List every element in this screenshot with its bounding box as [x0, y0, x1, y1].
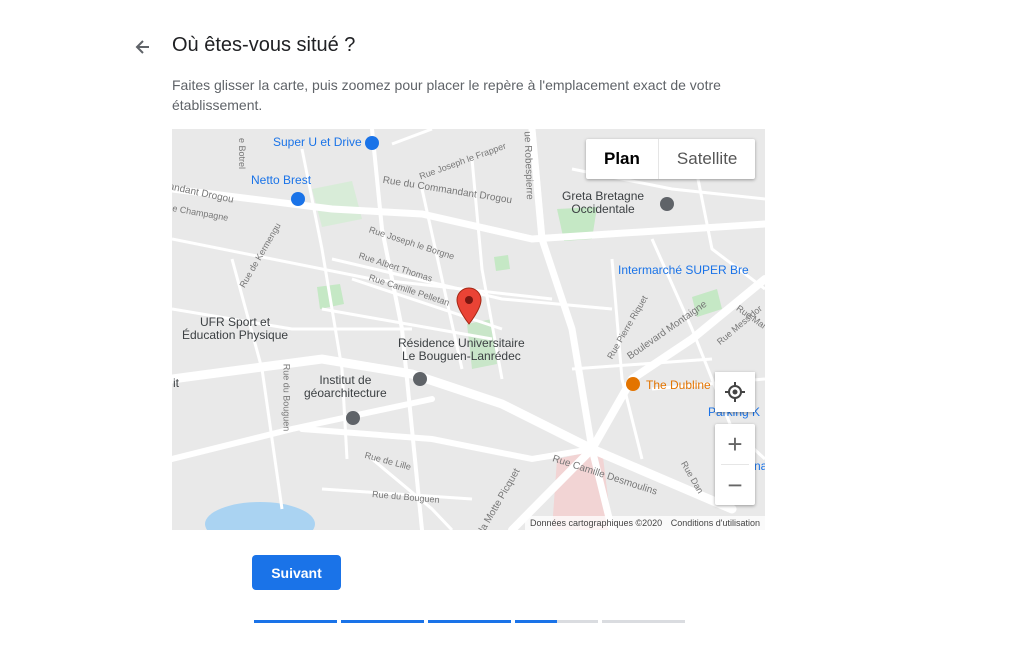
poi-greta[interactable]: Greta Bretagne Occidentale [562, 190, 644, 216]
poi-dubline[interactable]: The Dubline [646, 379, 711, 392]
zoom-out-button[interactable]: − [715, 465, 755, 505]
poi-netto[interactable]: Netto Brest [251, 174, 311, 187]
street-label: e Botrel [237, 137, 248, 170]
next-button[interactable]: Suivant [252, 555, 341, 590]
map-attribution: Données cartographiques ©2020 Conditions… [524, 516, 765, 530]
poi-intermarche[interactable]: Intermarché SUPER Bre [618, 264, 749, 277]
progress-fill [254, 620, 337, 623]
street-label: Rue du Bouguen [281, 363, 292, 432]
shopping-cart-icon [365, 136, 380, 150]
map-type-satellite-button[interactable]: Satellite [657, 139, 755, 179]
progress-segment [341, 620, 424, 623]
poi-super-u[interactable]: Super U et Drive [273, 136, 380, 150]
school-icon [413, 372, 427, 386]
back-arrow-icon[interactable] [132, 36, 154, 58]
my-location-button[interactable] [715, 372, 755, 412]
progress-fill [428, 620, 511, 623]
progress-segment [515, 620, 598, 623]
progress-fill [515, 620, 557, 623]
bar-icon [626, 377, 640, 391]
terms-link[interactable]: Conditions d'utilisation [671, 518, 760, 528]
progress-segment [428, 620, 511, 623]
poi-residence[interactable]: Résidence Universitaire Le Bouguen-Lanré… [398, 337, 525, 363]
zoom-in-button[interactable]: + [715, 424, 755, 464]
map-data-credit: Données cartographiques ©2020 [529, 518, 663, 528]
step-progress [254, 620, 685, 623]
progress-segment [602, 620, 685, 623]
location-pin-icon[interactable] [456, 287, 482, 330]
map-type-toggle: Plan Satellite [586, 139, 756, 179]
crosshair-icon [725, 382, 745, 402]
poi-fragment: it [173, 376, 179, 390]
poi-ufr-sport[interactable]: UFR Sport et Éducation Physique [182, 316, 288, 342]
poi-institut[interactable]: Institut de géoarchitecture [304, 374, 387, 400]
page-description: Faites glisser la carte, puis zoomez pou… [172, 77, 721, 113]
page-title: Où êtes-vous situé ? [172, 34, 356, 56]
progress-segment [254, 620, 337, 623]
poi-fragment: na [754, 459, 765, 473]
shopping-cart-icon [291, 192, 305, 206]
location-map[interactable]: Rue du Commandant Drogou andant Drogou e… [172, 129, 765, 530]
zoom-controls: + − [715, 424, 755, 505]
map-type-plan-button[interactable]: Plan [586, 139, 658, 179]
progress-fill [341, 620, 424, 623]
school-icon [346, 411, 360, 425]
school-icon [660, 197, 674, 211]
street-label: ue Robespierre [521, 131, 535, 200]
